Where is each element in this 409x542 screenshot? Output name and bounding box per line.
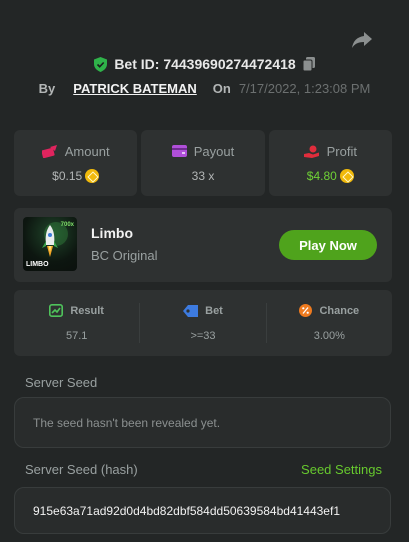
result-label: Result	[70, 304, 104, 317]
result-label: Bet	[205, 304, 223, 317]
percent-icon	[299, 304, 313, 317]
result-bet: Bet >=33	[140, 304, 265, 342]
bet-date: 7/17/2022, 1:23:08 PM	[238, 81, 371, 96]
thumb-label: LIMBO	[26, 261, 49, 268]
result-result: Result 57.1	[14, 304, 139, 342]
chart-icon	[49, 304, 64, 317]
play-now-button[interactable]: Play Now	[279, 230, 377, 260]
stat-label: Payout	[193, 143, 235, 159]
bet-stats: Amount $0.15 Payout 33 x Profit $4.80	[14, 130, 392, 196]
stat-label: Amount	[64, 143, 110, 159]
stat-value: $0.15	[52, 168, 83, 183]
username-link[interactable]: PATRICK BATEMAN	[73, 81, 197, 96]
result-value: >=33	[190, 329, 216, 342]
result-chance: Chance 3.00%	[267, 304, 392, 342]
limbo-thumbnail[interactable]: 700x LIMBO	[23, 217, 77, 271]
stat-value: 33 x	[191, 168, 215, 183]
seed-settings-link[interactable]: Seed Settings	[301, 462, 382, 477]
coin-icon	[85, 168, 100, 183]
bet-id-row: Bet ID: 7443969027447241​8	[0, 56, 409, 72]
server-seed-label: Server Seed	[25, 375, 98, 390]
on-label: On	[212, 81, 231, 96]
bet-author-row: By PATRICK BATEMAN On 7/17/2022, 1:23:08…	[0, 81, 409, 96]
server-seed-hash-label: Server Seed (hash)	[25, 462, 138, 477]
result-value: 57.1	[65, 330, 88, 342]
game-provider: BC Original	[91, 248, 158, 263]
result-label: Chance	[319, 304, 360, 317]
game-name: Limbo	[91, 225, 133, 241]
hand-coin-icon	[303, 145, 319, 158]
coin-icon	[339, 168, 354, 183]
bet-id-text: Bet ID: 7443969027447241​8	[114, 56, 296, 72]
server-seed-hash-value: 915e63a71ad92d0d4bd82dbf584dd50639584bd4…	[33, 503, 340, 518]
money-wing-icon	[41, 144, 57, 158]
result-value: 3.00%	[313, 330, 345, 342]
server-seed-value: The seed hasn't been revealed yet.	[33, 415, 221, 430]
shield-check-icon	[94, 56, 108, 72]
wallet-icon	[171, 145, 187, 157]
bet-results: Result 57.1 Bet >=33 Chance 3.00%	[14, 290, 392, 356]
game-card: 700x LIMBO Limbo BC Original Play Now	[14, 208, 392, 282]
stat-label: Profit	[326, 143, 357, 159]
server-seed-hash-field[interactable]: 915e63a71ad92d0d4bd82dbf584dd50639584bd4…	[14, 487, 391, 534]
copy-icon[interactable]	[302, 57, 315, 71]
share-icon[interactable]	[351, 30, 373, 50]
stat-payout: Payout 33 x	[141, 130, 265, 196]
tag-icon	[183, 304, 199, 317]
stat-amount: Amount $0.15	[14, 130, 138, 196]
server-seed-field[interactable]: The seed hasn't been revealed yet.	[14, 397, 391, 448]
thumb-multiplier: 700x	[60, 222, 74, 228]
stat-profit: Profit $4.80	[268, 130, 392, 196]
by-label: By	[38, 81, 56, 96]
stat-value: $4.80	[306, 168, 337, 183]
